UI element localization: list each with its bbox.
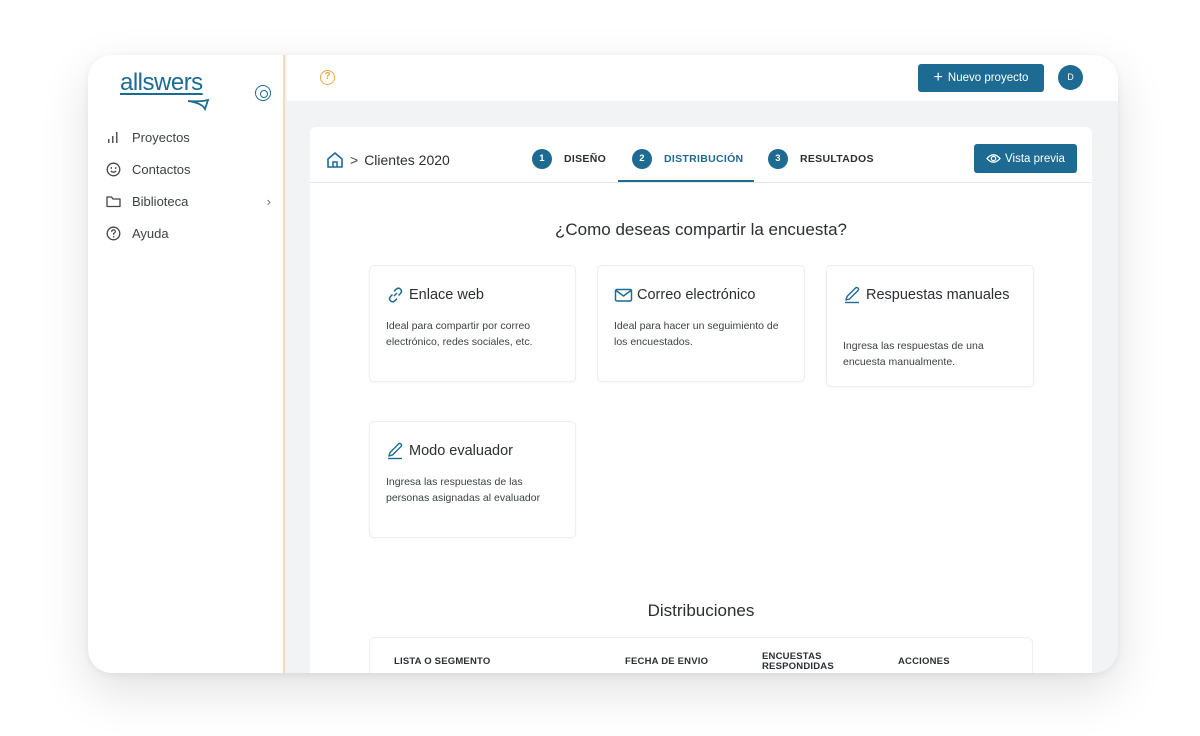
folder-icon <box>106 194 121 209</box>
option-card-modo-evaluador[interactable]: Modo evaluador Ingresa las respuestas de… <box>369 421 576 538</box>
active-step-indicator <box>618 180 754 182</box>
column-header: FECHA DE ENVIO <box>625 656 709 667</box>
breadcrumb-project[interactable]: Clientes 2020 <box>364 152 450 168</box>
link-icon <box>388 287 403 303</box>
sidebar-item-label: Biblioteca <box>132 193 189 209</box>
sidebar-item-proyectos[interactable]: Proyectos <box>106 121 271 153</box>
help-icon[interactable]: ? <box>320 70 335 85</box>
stepper: 1 DISEÑO 2 DISTRIBUCIÓN 3 RESULTADOS <box>532 149 874 169</box>
step-label: RESULTADOS <box>800 153 874 165</box>
card-description: Ideal para compartir por correo electrón… <box>386 320 533 348</box>
new-project-label: Nuevo proyecto <box>947 72 1029 84</box>
logo-text: allswers <box>120 69 203 96</box>
sidebar-nav: Proyectos Contactos Biblioteca › Ayuda <box>106 121 271 249</box>
card-title-text: Correo electrónico <box>637 287 756 303</box>
top-bar: ? + Nuevo proyecto D <box>287 55 1118 101</box>
logo-tail-icon <box>187 99 210 111</box>
step-distribucion[interactable]: 2 DISTRIBUCIÓN <box>632 149 768 169</box>
step-diseno[interactable]: 1 DISEÑO <box>532 149 632 169</box>
sidebar-item-ayuda[interactable]: Ayuda <box>106 217 271 249</box>
step-label: DISTRIBUCIÓN <box>664 153 744 165</box>
sidebar-item-label: Contactos <box>132 161 191 177</box>
distributions-table: LISTA O SEGMENTO FECHA DE ENVIO ENCUESTA… <box>369 637 1033 673</box>
chevron-right-icon: › <box>266 193 271 209</box>
column-header: ACCIONES <box>898 656 950 667</box>
column-header: LISTA O SEGMENTO <box>394 656 491 667</box>
option-card-respuestas-manuales[interactable]: Respuestas manuales Ingresa las respuest… <box>826 265 1034 387</box>
option-card-correo[interactable]: Correo electrónico Ideal para hacer un s… <box>597 265 805 382</box>
eye-icon <box>986 154 1001 163</box>
card-title-text: Modo evaluador <box>409 443 513 459</box>
card-description: Ingresa las respuestas de una encuesta m… <box>843 340 984 368</box>
card-title-text: Enlace web <box>409 287 484 303</box>
column-header: ENCUESTAS RESPONDIDAS <box>762 651 834 672</box>
card-title: Modo evaluador <box>386 441 561 461</box>
step-resultados[interactable]: 3 RESULTADOS <box>768 149 874 169</box>
sidebar-item-label: Ayuda <box>132 225 169 241</box>
card-title: Enlace web <box>386 285 561 305</box>
sidebar: allswers Proyectos Contactos Biblioteca … <box>88 55 285 673</box>
smile-icon <box>106 162 121 177</box>
card-title-text: Respuestas manuales <box>866 287 1010 303</box>
panel-header: > Clientes 2020 1 DISEÑO 2 DISTRIBUCIÓN … <box>310 127 1092 183</box>
sidebar-item-contactos[interactable]: Contactos <box>106 153 271 185</box>
new-project-button[interactable]: + Nuevo proyecto <box>918 64 1044 92</box>
step-label: DISEÑO <box>564 153 607 165</box>
sidebar-item-label: Proyectos <box>132 129 190 145</box>
card-title: Respuestas manuales <box>843 285 1019 305</box>
breadcrumb-separator: > <box>350 152 359 168</box>
avatar[interactable]: D <box>1058 65 1083 90</box>
sidebar-item-biblioteca[interactable]: Biblioteca › <box>106 185 271 217</box>
help-circle-icon <box>106 226 121 241</box>
card-description: Ingresa las respuestas de las personas a… <box>386 476 541 504</box>
distributions-title: Distribuciones <box>647 601 755 620</box>
collapse-sidebar-button[interactable] <box>255 85 271 101</box>
logo[interactable]: allswers <box>120 69 210 111</box>
mail-icon <box>614 288 633 302</box>
card-description: Ideal para hacer un seguimiento de los e… <box>614 320 779 348</box>
breadcrumb: > Clientes 2020 <box>326 151 450 169</box>
step-number: 3 <box>768 149 788 169</box>
main-panel: > Clientes 2020 1 DISEÑO 2 DISTRIBUCIÓN … <box>310 127 1092 673</box>
pen-icon <box>845 286 860 304</box>
logo-row: allswers <box>120 69 271 111</box>
preview-button[interactable]: Vista previa <box>974 144 1077 173</box>
share-question: ¿Como deseas compartir la encuesta? <box>555 220 847 239</box>
plus-icon: + <box>933 69 943 86</box>
step-number: 2 <box>632 149 652 169</box>
card-title: Correo electrónico <box>614 285 790 305</box>
pen-icon <box>388 442 403 460</box>
bar-chart-icon <box>106 130 121 145</box>
option-card-enlace-web[interactable]: Enlace web Ideal para compartir por corr… <box>369 265 576 382</box>
app-window: allswers Proyectos Contactos Biblioteca … <box>88 55 1118 673</box>
preview-label: Vista previa <box>1005 152 1065 165</box>
step-number: 1 <box>532 149 552 169</box>
home-icon[interactable] <box>326 151 344 169</box>
